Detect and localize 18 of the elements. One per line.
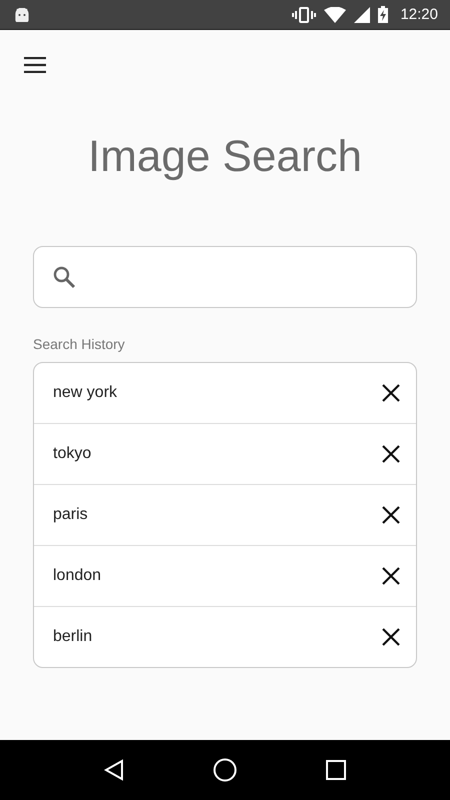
recents-icon[interactable] bbox=[326, 760, 346, 780]
back-icon[interactable] bbox=[104, 759, 124, 781]
vibrate-icon bbox=[292, 6, 316, 22]
history-item[interactable]: paris bbox=[53, 506, 378, 524]
section-label: Search History bbox=[33, 336, 126, 352]
search-icon bbox=[52, 265, 76, 289]
android-icon bbox=[14, 8, 30, 22]
home-icon[interactable] bbox=[212, 758, 237, 782]
history-item[interactable]: berlin bbox=[53, 628, 378, 646]
history-item[interactable]: tokyo bbox=[53, 445, 378, 463]
wifi-icon bbox=[324, 6, 346, 22]
battery-charging-icon bbox=[378, 6, 388, 23]
clock-time: 12:20 bbox=[400, 6, 438, 23]
app-title: Image Search bbox=[87, 132, 363, 182]
search-field[interactable] bbox=[33, 246, 417, 308]
history-item[interactable]: new york bbox=[53, 384, 378, 402]
signal-icon bbox=[354, 6, 370, 22]
history-item[interactable]: london bbox=[53, 567, 378, 585]
